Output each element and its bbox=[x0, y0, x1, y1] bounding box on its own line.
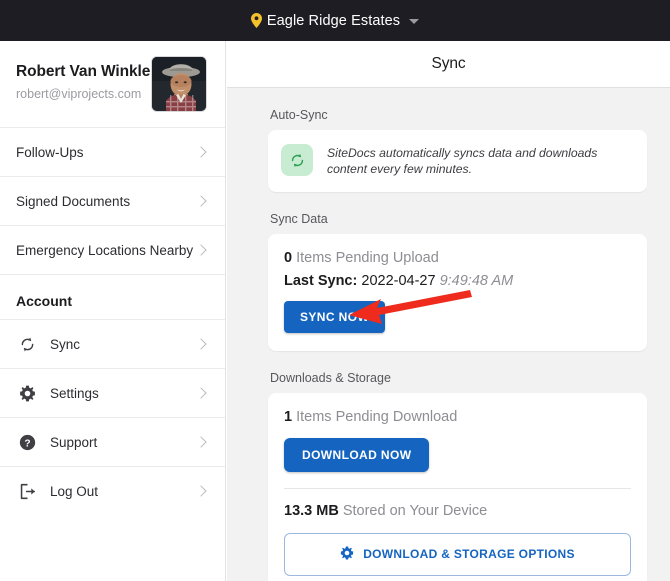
question-circle-icon: ? bbox=[16, 431, 38, 453]
pending-download-label: Items Pending Download bbox=[296, 408, 458, 425]
sidebar: Robert Van Winkle robert@viprojects.com bbox=[0, 41, 226, 581]
chevron-right-icon bbox=[195, 387, 207, 399]
sidebar-item-sync[interactable]: Sync bbox=[0, 319, 225, 368]
chevron-right-icon bbox=[195, 436, 207, 448]
storage-label: Stored on Your Device bbox=[342, 502, 488, 519]
sync-icon bbox=[16, 333, 38, 355]
last-sync-label: Last Sync: bbox=[284, 272, 358, 289]
top-bar: Eagle Ridge Estates bbox=[0, 0, 670, 41]
site-name-label: Eagle Ridge Estates bbox=[266, 12, 401, 29]
avatar[interactable] bbox=[151, 56, 207, 112]
sidebar-item-label: Sync bbox=[50, 336, 81, 352]
downloads-storage-card: 1 Items Pending Download DOWNLOAD NOW 13… bbox=[268, 392, 647, 581]
group-label-downloads-storage: Downloads & Storage bbox=[270, 370, 391, 385]
sidebar-item-support[interactable]: ? Support bbox=[0, 417, 225, 466]
chevron-right-icon bbox=[195, 244, 207, 256]
main-panel: Sync Auto-Sync SiteDocs automatically sy… bbox=[227, 41, 670, 581]
sync-icon bbox=[281, 144, 313, 176]
card-divider bbox=[284, 487, 631, 489]
sync-data-card: 0 Items Pending Upload Last Sync: 2022-0… bbox=[268, 233, 647, 351]
sidebar-item-label: Log Out bbox=[50, 483, 99, 499]
last-sync-line: Last Sync: 2022-04-27 9:49:48 AM bbox=[284, 273, 631, 289]
chevron-right-icon bbox=[195, 338, 207, 350]
gear-icon bbox=[340, 546, 354, 563]
last-sync-date: 2022-04-27 bbox=[361, 272, 436, 289]
auto-sync-message: SiteDocs automatically syncs data and do… bbox=[327, 146, 598, 177]
sidebar-item-label: Support bbox=[50, 434, 98, 450]
download-now-button[interactable]: DOWNLOAD NOW bbox=[284, 437, 430, 472]
last-sync-time: 9:49:48 AM bbox=[439, 272, 514, 289]
location-pin-icon bbox=[250, 13, 262, 28]
main-body: Auto-Sync SiteDocs automatically syncs d… bbox=[227, 88, 670, 581]
chevron-right-icon bbox=[195, 195, 207, 207]
sidebar-item-settings[interactable]: Settings bbox=[0, 368, 225, 417]
app-root: Eagle Ridge Estates Robert Van Winkle ro… bbox=[0, 0, 670, 581]
pending-upload-count: 0 bbox=[284, 249, 293, 266]
pending-download-line: 1 Items Pending Download bbox=[284, 409, 631, 425]
main-header: Sync bbox=[227, 41, 670, 88]
pending-upload-line: 0 Items Pending Upload bbox=[284, 250, 631, 266]
sidebar-item-label: Follow-Ups bbox=[16, 144, 84, 160]
sidebar-item-label: Emergency Locations Nearby bbox=[16, 242, 194, 258]
sync-now-button[interactable]: SYNC NOW bbox=[284, 300, 386, 333]
pending-download-count: 1 bbox=[284, 408, 293, 425]
chevron-down-icon[interactable] bbox=[409, 19, 420, 24]
sidebar-item-signed-documents[interactable]: Signed Documents bbox=[0, 176, 225, 225]
download-storage-options-button[interactable]: DOWNLOAD & STORAGE OPTIONS bbox=[284, 532, 631, 576]
logout-icon bbox=[16, 480, 38, 502]
auto-sync-card: SiteDocs automatically syncs data and do… bbox=[268, 130, 647, 192]
storage-size: 13.3 MB bbox=[284, 502, 339, 519]
sidebar-item-label: Settings bbox=[50, 385, 99, 401]
site-selector[interactable]: Eagle Ridge Estates bbox=[250, 12, 420, 29]
download-storage-options-label: DOWNLOAD & STORAGE OPTIONS bbox=[363, 547, 575, 562]
sidebar-item-follow-ups[interactable]: Follow-Ups bbox=[0, 127, 225, 176]
gear-icon bbox=[16, 382, 38, 404]
group-label-sync-data: Sync Data bbox=[270, 211, 328, 226]
sidebar-nav: Follow-Ups Signed Documents Emergency Lo… bbox=[0, 127, 225, 515]
chevron-right-icon bbox=[195, 485, 207, 497]
storage-line: 13.3 MB Stored on Your Device bbox=[284, 503, 631, 519]
sidebar-item-emergency-locations[interactable]: Emergency Locations Nearby bbox=[0, 225, 225, 274]
profile-block: Robert Van Winkle robert@viprojects.com bbox=[0, 41, 225, 119]
group-label-auto-sync: Auto-Sync bbox=[270, 108, 328, 122]
sidebar-section-account: Account bbox=[0, 274, 225, 319]
sidebar-item-log-out[interactable]: Log Out bbox=[0, 466, 225, 515]
svg-text:?: ? bbox=[24, 438, 30, 449]
page-title: Sync bbox=[431, 55, 466, 72]
pending-upload-label: Items Pending Upload bbox=[296, 249, 439, 266]
sidebar-item-label: Signed Documents bbox=[16, 193, 131, 209]
chevron-right-icon bbox=[195, 146, 207, 158]
